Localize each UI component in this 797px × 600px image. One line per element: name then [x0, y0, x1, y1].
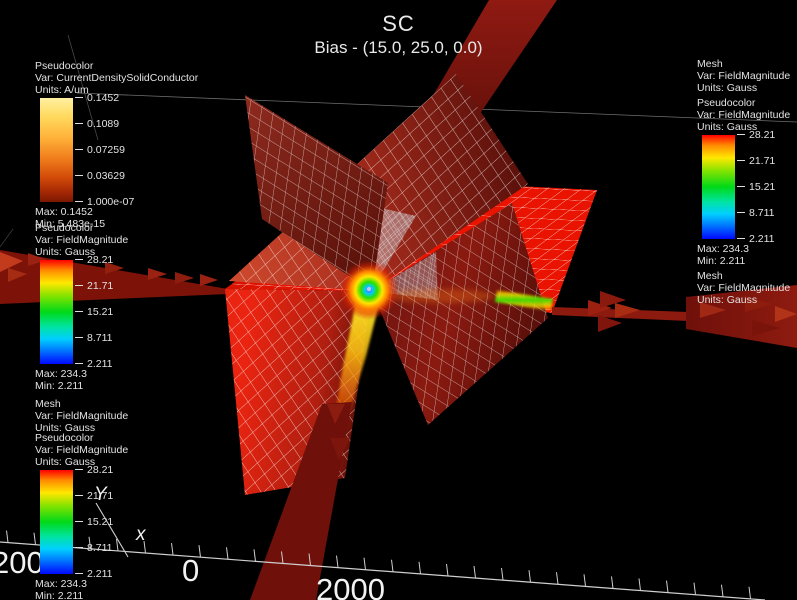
colorbar [40, 470, 73, 574]
legend-block: Mesh Var: FieldMagnitude Units: Gauss [35, 398, 245, 434]
plot-subtitle: Bias - (15.0, 25.0, 0.0) [0, 38, 797, 58]
colorbar-tick-label: 15.21 [737, 181, 775, 193]
plot-title-block: SC Bias - (15.0, 25.0, 0.0) [0, 11, 797, 58]
colorbar-tick-label: 28.21 [75, 464, 113, 476]
colorbar-tick-label: 21.71 [75, 490, 113, 502]
legend-var-label: Var: FieldMagnitude [697, 109, 797, 121]
legend-units-label: Units: Gauss [697, 294, 797, 306]
legend-max-value: Max: 0.1452 [35, 206, 245, 218]
colorbar-tick-label: 0.03629 [75, 170, 125, 182]
colorbar-tick-label: 8.711 [75, 332, 113, 344]
legend-var-label: Var: FieldMagnitude [697, 70, 797, 82]
legend-min-value: Min: 2.211 [697, 255, 797, 267]
colorbar-tick-label: 0.1452 [75, 92, 119, 104]
legend-var-label: Var: FieldMagnitude [35, 410, 245, 422]
legend-var-label: Var: FieldMagnitude [35, 234, 245, 246]
legend-colorbar-row: 28.2121.7115.218.7112.211 [35, 260, 245, 364]
colorbar [702, 135, 735, 239]
legend-colorbar-row: 0.14520.10890.072590.036291.000e-07 [35, 98, 245, 202]
legend-plot-type: Pseudocolor [35, 60, 245, 72]
x-axis-tick-2000: 2000 [316, 572, 385, 600]
legend-plot-type: Mesh [697, 58, 797, 70]
legend-plot-type: Mesh [697, 270, 797, 282]
legend-units-label: Units: Gauss [35, 246, 245, 258]
legend-plot-type: Mesh [35, 398, 245, 410]
legend-max-value: Max: 234.3 [35, 578, 245, 590]
legend-var-label: Var: FieldMagnitude [35, 444, 245, 456]
colorbar-tick-label: 0.1089 [75, 118, 119, 130]
legend-block: Mesh Var: FieldMagnitude Units: Gauss [697, 270, 797, 306]
legend-min-value: Min: 2.211 [35, 380, 245, 392]
legend-block: Pseudocolor Var: FieldMagnitude Units: G… [697, 97, 797, 267]
colorbar [40, 98, 73, 202]
plot-title: SC [0, 11, 797, 37]
legend-units-label: Units: Gauss [697, 82, 797, 94]
legend-block: Pseudocolor Var: FieldMagnitude Units: G… [35, 432, 245, 600]
legend-units-label: Units: A/um [35, 84, 245, 96]
colorbar-tick-label: 1.000e-07 [75, 196, 134, 208]
colorbar-tick-label: 21.71 [75, 280, 113, 292]
legend-plot-type: Pseudocolor [697, 97, 797, 109]
legend-units-label: Units: Gauss [35, 456, 245, 468]
visit-render-window: SC Bias - (15.0, 25.0, 0.0) 2000 0 2000 … [0, 0, 797, 600]
legend-block: Mesh Var: FieldMagnitude Units: Gauss [697, 58, 797, 94]
colorbar-tick-label: 28.21 [75, 254, 113, 266]
colorbar-tick-label: 15.21 [75, 306, 113, 318]
legend-plot-type: Pseudocolor [35, 432, 245, 444]
legend-var-label: Var: FieldMagnitude [697, 282, 797, 294]
legend-max-value: Max: 234.3 [35, 368, 245, 380]
colorbar [40, 260, 73, 364]
legend-var-label: Var: CurrentDensitySolidConductor [35, 72, 245, 84]
colorbar-tick-label: 8.711 [75, 542, 113, 554]
colorbar-tick-label: 8.711 [737, 207, 775, 219]
colorbar-tick-label: 2.211 [75, 568, 113, 580]
legend-block: Pseudocolor Var: FieldMagnitude Units: G… [35, 222, 245, 392]
colorbar-tick-label: 15.21 [75, 516, 113, 528]
colorbar-tick-label: 0.07259 [75, 144, 125, 156]
colorbar-tick-label: 2.211 [75, 358, 113, 370]
legend-colorbar-row: 28.2121.7115.218.7112.211 [697, 135, 797, 239]
legend-block: Pseudocolor Var: CurrentDensitySolidCond… [35, 60, 245, 230]
colorbar-tick-label: 2.211 [737, 233, 775, 245]
legend-plot-type: Pseudocolor [35, 222, 245, 234]
legend-colorbar-row: 28.2121.7115.218.7112.211 [35, 470, 245, 574]
legend-min-value: Min: 2.211 [35, 590, 245, 600]
colorbar-tick-label: 21.71 [737, 155, 775, 167]
colorbar-tick-label: 28.21 [737, 129, 775, 141]
